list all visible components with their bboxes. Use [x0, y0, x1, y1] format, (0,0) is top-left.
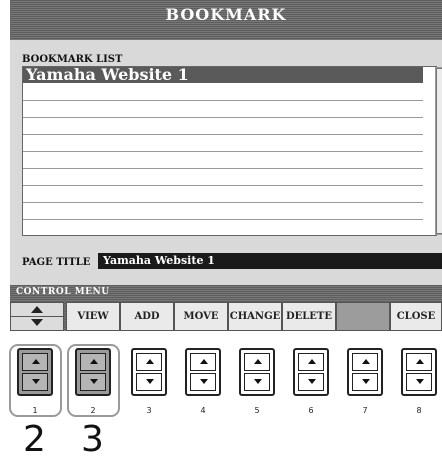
up-button[interactable] [22, 353, 48, 371]
arrow-up-icon [146, 359, 154, 364]
list-row-divider [23, 219, 423, 220]
list-scrollbar[interactable] [435, 67, 442, 235]
close-button[interactable]: CLOSE [390, 302, 442, 331]
button-number-7: 7 [362, 406, 368, 415]
list-row-divider [23, 185, 423, 186]
screen-title-bar: BOOKMARK [10, 0, 442, 40]
empty-softkey[interactable] [336, 302, 390, 331]
move-button[interactable]: MOVE [174, 302, 228, 331]
up-button[interactable] [352, 353, 378, 371]
list-row-divider [23, 100, 423, 101]
down-button[interactable] [136, 373, 162, 391]
hardware-button-3[interactable] [131, 348, 167, 398]
button-number-8: 8 [416, 406, 422, 415]
hardware-button-4[interactable] [185, 348, 221, 398]
list-row-divider [23, 117, 423, 118]
arrow-down-icon [32, 379, 40, 384]
down-button[interactable] [80, 373, 106, 391]
arrow-up-icon [416, 359, 424, 364]
control-menu-label: CONTROL MENU [16, 287, 110, 297]
arrow-down-icon [200, 379, 208, 384]
down-button[interactable] [244, 373, 270, 391]
bookmark-list-item-selected[interactable]: Yamaha Website 1 [23, 65, 423, 84]
button-body [239, 348, 275, 396]
up-button[interactable] [136, 353, 162, 371]
hardware-button-1[interactable] [17, 348, 53, 398]
page-title-value: Yamaha Website 1 [103, 254, 215, 267]
button-body [185, 348, 221, 396]
page-title-label: PAGE TITLE [22, 257, 91, 268]
arrow-down-icon [90, 379, 98, 384]
list-row-divider [23, 134, 423, 135]
down-button[interactable] [352, 373, 378, 391]
scrollbar-thumb[interactable] [436, 68, 442, 234]
button-number-5: 5 [254, 406, 260, 415]
up-button[interactable] [298, 353, 324, 371]
bookmark-list-label: BOOKMARK LIST [22, 54, 123, 65]
softkey-divider [11, 316, 63, 317]
list-row-divider [23, 202, 423, 203]
button-number-3: 3 [146, 406, 152, 415]
button-body [75, 348, 111, 396]
button-body [293, 348, 329, 396]
view-button[interactable]: VIEW [66, 302, 120, 331]
hardware-button-6[interactable] [293, 348, 329, 398]
button-body [131, 348, 167, 396]
up-button[interactable] [190, 353, 216, 371]
down-button[interactable] [406, 373, 432, 391]
change-button[interactable]: CHANGE [228, 302, 282, 331]
up-button[interactable] [406, 353, 432, 371]
step-label: 2 [23, 419, 46, 460]
delete-button[interactable]: DELETE [282, 302, 336, 331]
button-number-1: 1 [32, 406, 38, 415]
arrow-down-icon [416, 379, 424, 384]
add-button[interactable]: ADD [120, 302, 174, 331]
arrow-down-icon [146, 379, 154, 384]
down-button[interactable] [22, 373, 48, 391]
hardware-button-2[interactable] [75, 348, 111, 398]
button-body [347, 348, 383, 396]
page-title-field[interactable]: Yamaha Website 1 [98, 253, 442, 269]
arrow-down-icon [254, 379, 262, 384]
down-button[interactable] [190, 373, 216, 391]
hardware-button-5[interactable] [239, 348, 275, 398]
button-number-6: 6 [308, 406, 314, 415]
arrow-down-icon [362, 379, 370, 384]
down-button[interactable] [298, 373, 324, 391]
list-row-divider [23, 151, 423, 152]
up-button[interactable] [80, 353, 106, 371]
arrow-up-icon [362, 359, 370, 364]
arrow-up-icon [254, 359, 262, 364]
triangle-down-icon [31, 319, 43, 326]
arrow-up-icon [308, 359, 316, 364]
arrow-up-icon [90, 359, 98, 364]
arrow-up-icon [32, 359, 40, 364]
up-down-softkey[interactable] [10, 302, 64, 331]
lcd-screen: BOOKMARK BOOKMARK LIST Yamaha Website 1 … [10, 0, 442, 331]
step-label: 3 [81, 419, 104, 460]
arrow-up-icon [200, 359, 208, 364]
bookmark-list[interactable]: Yamaha Website 1 [22, 65, 442, 236]
button-body [401, 348, 437, 396]
button-body [17, 348, 53, 396]
hardware-button-7[interactable] [347, 348, 383, 398]
up-button[interactable] [244, 353, 270, 371]
button-number-2: 2 [90, 406, 96, 415]
hardware-button-8[interactable] [401, 348, 437, 398]
triangle-up-icon [31, 306, 43, 313]
button-number-4: 4 [200, 406, 206, 415]
control-menu-bar: CONTROL MENU VIEW ADD MOVE CHANGE DELETE… [10, 285, 442, 331]
list-row-divider [23, 168, 423, 169]
bookmark-item-label: Yamaha Website 1 [26, 65, 189, 84]
arrow-down-icon [308, 379, 316, 384]
screen-title: BOOKMARK [165, 5, 287, 24]
